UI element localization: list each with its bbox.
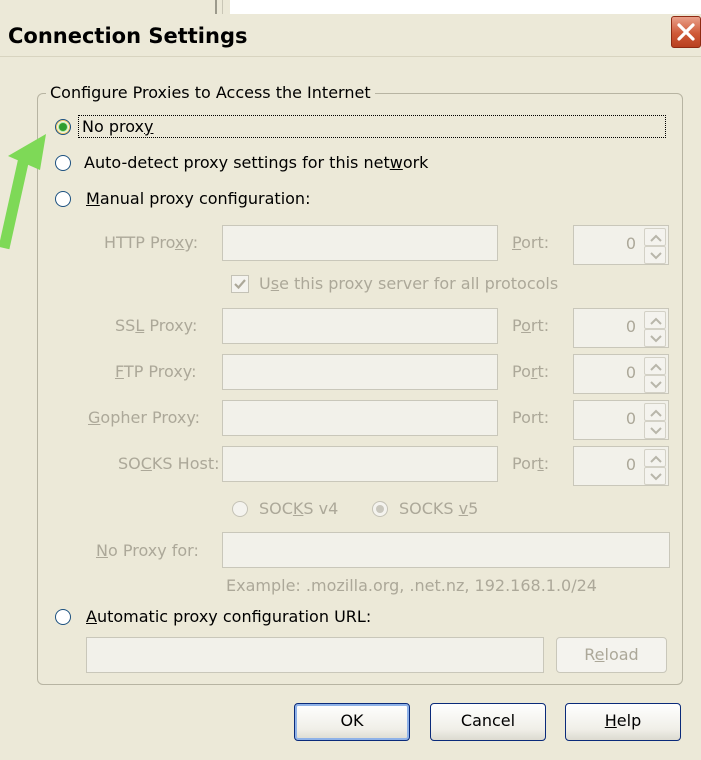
http-port-label: Port: xyxy=(512,233,550,252)
http-proxy-label: HTTP Proxy: xyxy=(104,233,199,252)
socks-v5-radio[interactable] xyxy=(372,501,388,517)
close-icon xyxy=(677,23,695,41)
socks-v4-radio[interactable] xyxy=(232,501,248,517)
auto-proxy-url-radio[interactable] xyxy=(55,609,71,625)
socks-port-spinner[interactable]: 0 xyxy=(573,446,669,486)
ssl-port-label: Port: xyxy=(512,316,550,335)
gopher-port-spinner[interactable]: 0 xyxy=(573,400,669,440)
gopher-port-label: Port: xyxy=(512,408,550,427)
chevron-up-icon xyxy=(650,455,662,463)
ok-button[interactable]: OK xyxy=(294,703,410,741)
ssl-port-spinner[interactable]: 0 xyxy=(573,308,669,348)
socks-host-label: SOCKS Host: xyxy=(118,454,220,473)
spin-down-button[interactable] xyxy=(644,375,666,393)
auto-proxy-url-input[interactable] xyxy=(86,637,544,673)
gopher-proxy-input[interactable] xyxy=(222,400,498,436)
spin-up-button[interactable] xyxy=(644,311,666,329)
spin-up-button[interactable] xyxy=(644,357,666,375)
spin-up-button[interactable] xyxy=(644,228,666,246)
chevron-down-icon xyxy=(650,427,662,435)
ftp-proxy-label: FTP Proxy: xyxy=(115,362,197,381)
ssl-port-value: 0 xyxy=(625,317,636,336)
background-divider xyxy=(215,0,217,14)
socks-port-value: 0 xyxy=(625,455,636,474)
socks-v5-label: SOCKS v5 xyxy=(399,499,479,518)
http-proxy-input[interactable] xyxy=(222,225,498,261)
http-port-value: 0 xyxy=(625,234,636,253)
ssl-proxy-input[interactable] xyxy=(222,308,498,344)
ftp-port-value: 0 xyxy=(625,363,636,382)
no-proxy-example: Example: .mozilla.org, .net.nz, 192.168.… xyxy=(226,576,597,595)
chevron-down-icon xyxy=(650,252,662,260)
no-proxy-label[interactable]: No proxy xyxy=(82,117,153,136)
green-arrow-annotation xyxy=(0,134,46,250)
socks-host-input[interactable] xyxy=(222,446,498,482)
spin-down-button[interactable] xyxy=(644,467,666,485)
spin-up-button[interactable] xyxy=(644,403,666,421)
background-window-shade xyxy=(0,0,230,14)
ftp-port-spinner[interactable]: 0 xyxy=(573,354,669,394)
reload-button[interactable]: Reload xyxy=(556,637,667,673)
socks-port-label: Port: xyxy=(512,454,550,473)
chevron-up-icon xyxy=(650,317,662,325)
share-proxy-checkbox[interactable] xyxy=(231,275,249,293)
ftp-proxy-input[interactable] xyxy=(222,354,498,390)
chevron-down-icon xyxy=(650,473,662,481)
no-proxy-for-label: No Proxy for: xyxy=(96,541,199,560)
dialog-title: Connection Settings xyxy=(8,24,248,48)
cancel-button[interactable]: Cancel xyxy=(430,703,546,741)
http-port-spinner[interactable]: 0 xyxy=(573,225,669,265)
spin-up-button[interactable] xyxy=(644,449,666,467)
chevron-down-icon xyxy=(650,381,662,389)
gopher-proxy-label: Gopher Proxy: xyxy=(88,408,201,427)
no-proxy-for-input[interactable] xyxy=(222,532,670,568)
chevron-up-icon xyxy=(650,234,662,242)
close-button[interactable] xyxy=(671,16,701,48)
chevron-up-icon xyxy=(650,363,662,371)
manual-proxy-label[interactable]: Manual proxy configuration: xyxy=(86,189,310,208)
spin-down-button[interactable] xyxy=(644,329,666,347)
spin-down-button[interactable] xyxy=(644,421,666,439)
share-proxy-label: Use this proxy server for all protocols xyxy=(259,274,559,293)
help-button[interactable]: Help xyxy=(565,703,681,741)
ssl-proxy-label: SSL Proxy: xyxy=(115,316,198,335)
socks-v4-label: SOCKS v4 xyxy=(259,499,339,518)
gopher-port-value: 0 xyxy=(625,409,636,428)
group-box-label: Configure Proxies to Access the Internet xyxy=(46,83,375,102)
chevron-up-icon xyxy=(650,409,662,417)
spin-down-button[interactable] xyxy=(644,246,666,264)
focus-rectangle xyxy=(78,115,666,138)
ftp-port-label: Port: xyxy=(512,362,550,381)
checkmark-icon xyxy=(234,279,246,290)
auto-proxy-url-label[interactable]: Automatic proxy configuration URL: xyxy=(86,607,371,626)
chevron-down-icon xyxy=(650,335,662,343)
auto-detect-label[interactable]: Auto-detect proxy settings for this netw… xyxy=(84,153,428,172)
background-divider-2 xyxy=(222,0,223,14)
